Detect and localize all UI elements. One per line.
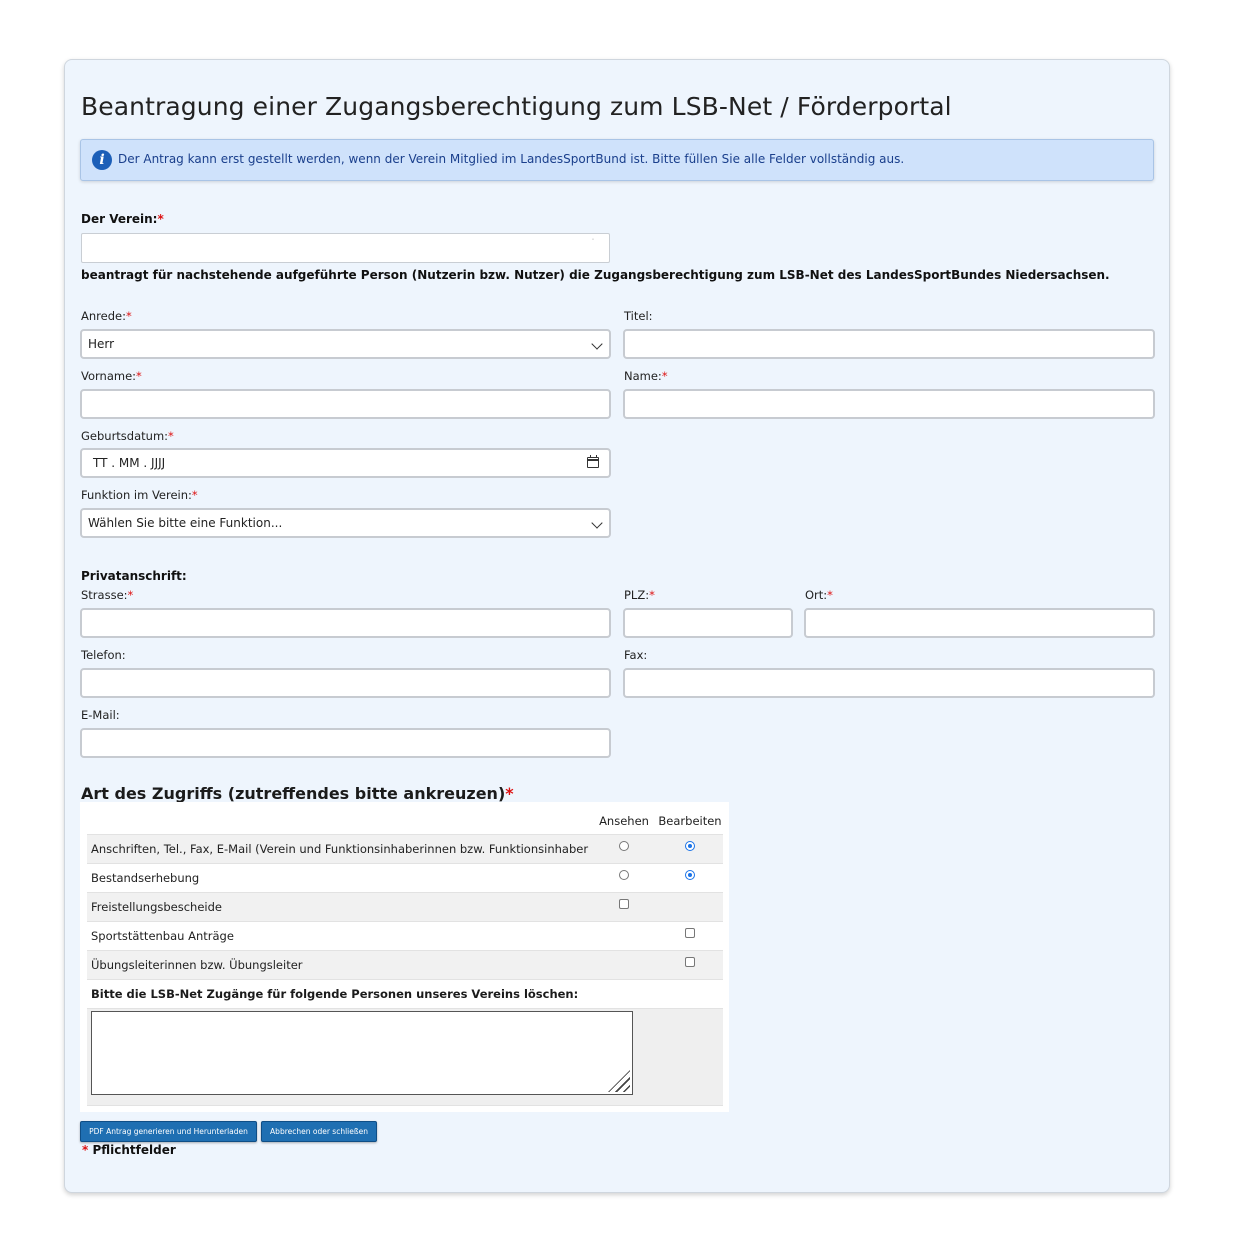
ort-input[interactable] bbox=[804, 608, 1155, 638]
verein-label: Der Verein:* bbox=[81, 212, 164, 226]
access-view-cell bbox=[591, 834, 657, 864]
name-input[interactable] bbox=[623, 389, 1155, 419]
access-view-cell bbox=[591, 921, 657, 951]
geburtsdatum-label: Geburtsdatum:* bbox=[81, 429, 174, 443]
application-form-card: Beantragung einer Zugangsberechtigung zu… bbox=[64, 59, 1170, 1193]
geburtsdatum-input[interactable]: TT . MM . JJJJ bbox=[80, 448, 611, 478]
delete-textarea-cell bbox=[87, 1008, 723, 1106]
calendar-icon[interactable] bbox=[587, 455, 599, 468]
access-edit-checkbox[interactable] bbox=[685, 928, 695, 938]
access-view-cell bbox=[591, 950, 657, 980]
access-edit-cell bbox=[657, 950, 723, 980]
access-row-label: Sportstättenbau Anträge bbox=[87, 921, 591, 951]
access-edit-cell bbox=[657, 921, 723, 951]
verein-statement: beantragt für nachstehende aufgeführte P… bbox=[81, 268, 1110, 282]
dropdown-indicator-icon: ˙ bbox=[591, 238, 595, 247]
generate-pdf-button[interactable]: PDF Antrag generieren und Herunterladen bbox=[80, 1121, 257, 1142]
info-icon: i bbox=[92, 150, 112, 170]
fax-label: Fax: bbox=[624, 648, 648, 662]
geburtsdatum-placeholder: TT . MM . JJJJ bbox=[93, 456, 166, 470]
access-heading: Art des Zugriffs (zutreffendes bitte ank… bbox=[81, 784, 514, 803]
access-view-checkbox[interactable] bbox=[619, 899, 629, 909]
info-text: Der Antrag kann erst gestellt werden, we… bbox=[118, 152, 905, 166]
strasse-input[interactable] bbox=[80, 608, 611, 638]
access-row-label: Übungsleiterinnen bzw. Übungsleiter bbox=[87, 950, 591, 980]
chevron-down-icon bbox=[591, 517, 603, 529]
resize-handle-icon[interactable] bbox=[608, 1070, 630, 1092]
telefon-input[interactable] bbox=[80, 668, 611, 698]
email-input[interactable] bbox=[80, 728, 611, 758]
access-view-cell bbox=[591, 863, 657, 893]
verein-select[interactable]: ˙ bbox=[81, 233, 610, 263]
access-edit-checkbox[interactable] bbox=[685, 957, 695, 967]
name-label: Name:* bbox=[624, 369, 668, 383]
access-view-radio[interactable] bbox=[619, 841, 629, 851]
privatanschrift-heading: Privatanschrift: bbox=[81, 569, 187, 583]
delete-label: Bitte die LSB-Net Zugänge für folgende P… bbox=[87, 979, 723, 1009]
plz-label: PLZ:* bbox=[624, 588, 655, 602]
access-table-panel: Ansehen Bearbeiten Anschriften, Tel., Fa… bbox=[80, 802, 729, 1112]
access-row-label: Bestandserhebung bbox=[87, 863, 591, 893]
access-edit-cell bbox=[657, 892, 723, 922]
access-row-label: Anschriften, Tel., Fax, E-Mail (Verein u… bbox=[87, 834, 591, 864]
access-col-empty bbox=[87, 808, 591, 835]
funktion-select-value: Wählen Sie bitte eine Funktion... bbox=[88, 516, 283, 530]
info-banner: i Der Antrag kann erst gestellt werden, … bbox=[80, 139, 1154, 181]
chevron-down-icon bbox=[591, 338, 603, 350]
access-row: Anschriften, Tel., Fax, E-Mail (Verein u… bbox=[87, 834, 723, 864]
delete-persons-textarea[interactable] bbox=[91, 1011, 633, 1095]
vorname-input[interactable] bbox=[80, 389, 611, 419]
access-edit-cell bbox=[657, 834, 723, 864]
anrede-select-value: Herr bbox=[88, 337, 115, 351]
access-col-view: Ansehen bbox=[591, 808, 657, 835]
telefon-label: Telefon: bbox=[81, 648, 126, 662]
delete-label-row: Bitte die LSB-Net Zugänge für folgende P… bbox=[87, 979, 723, 1009]
fax-input[interactable] bbox=[623, 668, 1155, 698]
access-edit-radio[interactable] bbox=[685, 841, 695, 851]
vorname-label: Vorname:* bbox=[81, 369, 142, 383]
delete-textarea-row bbox=[87, 1008, 723, 1106]
access-table: Ansehen Bearbeiten Anschriften, Tel., Fa… bbox=[87, 808, 723, 1106]
anrede-select[interactable]: Herr bbox=[80, 329, 611, 359]
access-row: Sportstättenbau Anträge bbox=[87, 921, 723, 951]
access-edit-radio[interactable] bbox=[685, 870, 695, 880]
access-row: Bestandserhebung bbox=[87, 863, 723, 893]
funktion-label: Funktion im Verein:* bbox=[81, 488, 198, 502]
cancel-button[interactable]: Abbrechen oder schließen bbox=[261, 1121, 377, 1142]
access-row: Übungsleiterinnen bzw. Übungsleiter bbox=[87, 950, 723, 980]
access-edit-cell bbox=[657, 863, 723, 893]
plz-input[interactable] bbox=[623, 608, 793, 638]
funktion-select[interactable]: Wählen Sie bitte eine Funktion... bbox=[80, 508, 611, 538]
access-col-edit: Bearbeiten bbox=[657, 808, 723, 835]
titel-input[interactable] bbox=[623, 329, 1155, 359]
anrede-label: Anrede:* bbox=[81, 309, 132, 323]
access-view-radio[interactable] bbox=[619, 870, 629, 880]
email-label: E-Mail: bbox=[81, 708, 120, 722]
access-row-label: Freistellungsbescheide bbox=[87, 892, 591, 922]
access-row: Freistellungsbescheide bbox=[87, 892, 723, 922]
titel-label: Titel: bbox=[624, 309, 653, 323]
page-title: Beantragung einer Zugangsberechtigung zu… bbox=[81, 92, 952, 121]
access-view-cell bbox=[591, 892, 657, 922]
strasse-label: Strasse:* bbox=[81, 588, 134, 602]
required-fields-note: * Pflichtfelder bbox=[82, 1143, 176, 1157]
ort-label: Ort:* bbox=[805, 588, 833, 602]
